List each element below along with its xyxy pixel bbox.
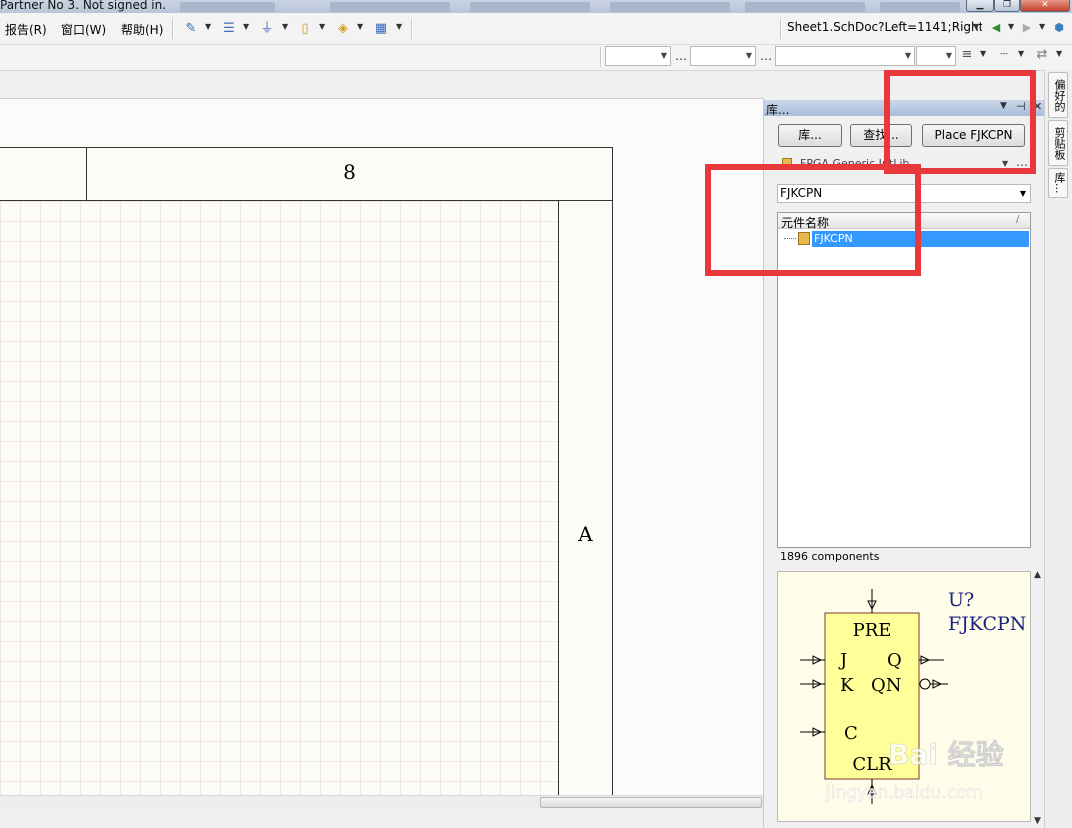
minimize-button[interactable]: ▁ xyxy=(966,0,994,12)
document-address-field[interactable]: Sheet1.SchDoc?Left=1141;Right xyxy=(787,20,982,38)
scroll-down-icon[interactable]: ▼ xyxy=(1034,816,1041,826)
sort-indicator: / xyxy=(1016,214,1020,225)
component-count: 1896 components xyxy=(780,550,880,563)
taskbar-ghost xyxy=(180,2,275,12)
taskbar-ghost xyxy=(470,2,590,12)
dock-tab-favorites[interactable]: 偏好的 xyxy=(1048,72,1068,118)
chevron-down-icon[interactable]: ▼ xyxy=(1056,49,1062,58)
pin-label-pre: PRE xyxy=(853,620,892,641)
size-combo[interactable]: ▼ xyxy=(690,46,756,66)
pin-label-clr: CLR xyxy=(852,754,892,775)
right-dock: 偏好的 剪贴板 库... xyxy=(1044,70,1072,828)
home-icon[interactable]: ⬢ xyxy=(1050,19,1068,37)
chevron-down-icon[interactable]: ▼ xyxy=(396,22,402,31)
toolbar-separator xyxy=(780,19,782,39)
annotation-box xyxy=(884,70,1036,174)
chevron-down-icon[interactable]: ▼ xyxy=(1008,22,1014,31)
chevron-down-icon: ▼ xyxy=(945,51,952,60)
pin-label-k: K xyxy=(840,675,854,696)
window-title-bar: Partner No 3. Not signed in. ▁ ❐ ✕ xyxy=(0,0,1072,13)
scrollbar-thumb[interactable] xyxy=(540,797,762,808)
swap-icon[interactable]: ⇄ xyxy=(1034,47,1050,63)
menu-help[interactable]: 帮助(H) xyxy=(121,21,163,38)
status-bar xyxy=(0,808,763,828)
document-address-text: Sheet1.SchDoc?Left=1141;Right xyxy=(787,20,982,34)
format-toolbar: ▼ … ▼ … ▼ ▼ ≡ ▼ ┄ ▼ ⇄ ▼ xyxy=(0,45,1072,71)
chevron-down-icon[interactable]: ▼ xyxy=(1020,189,1026,198)
back-icon[interactable]: ◀ xyxy=(987,19,1005,37)
chevron-down-icon[interactable]: ▼ xyxy=(243,22,249,31)
taskbar-ghost xyxy=(610,2,730,12)
ground-icon[interactable]: ⏚ xyxy=(259,21,275,37)
drawing-area[interactable] xyxy=(0,201,559,811)
menu-window[interactable]: 窗口(W) xyxy=(61,21,106,38)
chevron-down-icon[interactable]: ▼ xyxy=(205,22,211,31)
line-style-icon[interactable]: ≡ xyxy=(959,47,975,63)
schematic-sheet[interactable]: 8 A xyxy=(0,147,613,811)
panel-title: 库... xyxy=(766,103,790,117)
watermark-text: Bai 经验 xyxy=(888,738,1004,771)
toolbar-separator xyxy=(600,47,602,67)
forward-icon[interactable]: ▶ xyxy=(1018,19,1036,37)
component-preview: PRE J K C Q QN CLR U? FJKCPN Bai 经验 jing… xyxy=(777,571,1031,822)
window-title: Partner No 3. Not signed in. xyxy=(0,0,167,12)
zone-column-label: 8 xyxy=(343,160,356,184)
chevron-down-icon: ▼ xyxy=(904,51,911,60)
chevron-down-icon[interactable]: ▼ xyxy=(319,22,325,31)
dock-tab-clipboard[interactable]: 剪贴板 xyxy=(1048,120,1068,166)
taskbar-ghost xyxy=(745,2,865,12)
chevron-down-icon[interactable]: ▼ xyxy=(973,22,979,31)
menu-toolbar-row: 报告(R) 窗口(W) 帮助(H) ✎ ▼ ☰ ▼ ⏚ ▼ ▯ ▼ ◈ ▼ ▦ … xyxy=(0,13,1072,45)
grid-icon[interactable]: ▦ xyxy=(373,21,389,37)
wire-icon[interactable]: ✎ xyxy=(183,21,199,37)
toolbar-separator xyxy=(411,19,413,39)
net-label-icon[interactable]: ◈ xyxy=(335,21,351,37)
chevron-down-icon[interactable]: ▼ xyxy=(357,22,363,31)
chevron-down-icon[interactable]: ▼ xyxy=(282,22,288,31)
pin-label-j: J xyxy=(838,650,847,671)
style-combo[interactable]: ▼ xyxy=(775,46,915,66)
chevron-down-icon[interactable]: ▼ xyxy=(1018,49,1024,58)
taskbar-ghost xyxy=(880,2,960,12)
bus-icon[interactable]: ☰ xyxy=(221,21,237,37)
chevron-down-icon: ▼ xyxy=(745,51,752,60)
pin-label-c: C xyxy=(844,723,858,744)
chevron-down-icon[interactable]: ▼ xyxy=(1039,22,1045,31)
horizontal-scrollbar[interactable] xyxy=(0,795,763,808)
zone-row-label: A xyxy=(578,522,593,546)
designator-text: U? xyxy=(948,589,974,611)
close-button[interactable]: ✕ xyxy=(1020,0,1070,12)
comment-text: FJKCPN xyxy=(948,613,1026,635)
annotation-box xyxy=(705,164,921,276)
dash-style-icon[interactable]: ┄ xyxy=(996,47,1012,63)
more-icon[interactable]: … xyxy=(760,49,772,63)
font-combo[interactable]: ▼ xyxy=(605,46,671,66)
dock-tab-libraries[interactable]: 库... xyxy=(1048,168,1068,198)
chevron-down-icon[interactable]: ▼ xyxy=(980,49,986,58)
libraries-button[interactable]: 库... xyxy=(778,124,842,147)
toolbar-separator xyxy=(172,19,174,39)
port-icon[interactable]: ▯ xyxy=(297,21,313,37)
maximize-button[interactable]: ❐ xyxy=(994,0,1020,12)
schematic-canvas[interactable]: 8 A xyxy=(0,98,763,811)
pin-label-qn: QN xyxy=(871,675,902,696)
width-combo[interactable]: ▼ xyxy=(916,46,956,66)
pin-label-q: Q xyxy=(887,650,902,671)
more-icon[interactable]: … xyxy=(675,49,687,63)
watermark-url: jingyan.baidu.com xyxy=(825,783,983,803)
symbol-preview: PRE J K C Q QN CLR U? FJKCPN Bai 经验 jing… xyxy=(800,589,1026,804)
chevron-down-icon: ▼ xyxy=(660,51,667,60)
menu-report[interactable]: 报告(R) xyxy=(5,21,47,38)
taskbar-ghost xyxy=(330,2,450,12)
scroll-up-icon[interactable]: ▲ xyxy=(1034,570,1041,580)
